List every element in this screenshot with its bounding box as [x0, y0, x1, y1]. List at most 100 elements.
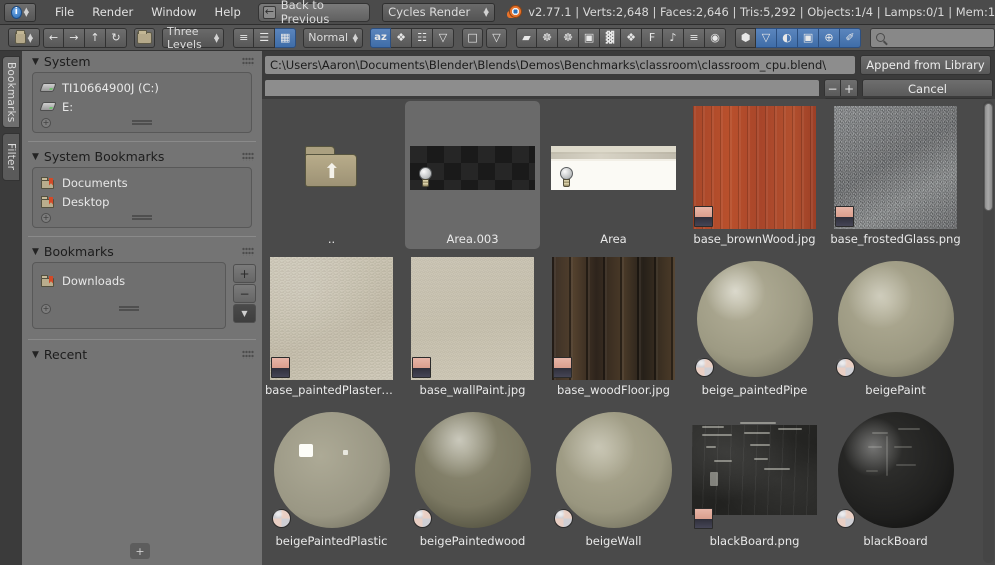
file-item-beigepaint[interactable]: beigePaint	[828, 252, 963, 400]
file-item-beigepaintedwood[interactable]: beigePaintedwood	[405, 403, 540, 551]
system-panel-header[interactable]: ▼ System	[22, 51, 262, 72]
filter-world-datablock-icon[interactable]: ⊕	[819, 27, 841, 48]
list-item[interactable]: E:	[33, 97, 251, 116]
list-item[interactable]: TI10664900J (C:)	[33, 78, 251, 97]
file-item-base-frostedglass[interactable]: base_frostedGlass.png	[828, 101, 963, 249]
file-item-base-woodfloor[interactable]: base_woodFloor.jpg	[546, 252, 681, 400]
resize-grip-icon[interactable]	[132, 215, 152, 220]
filter-mesh-datablock-icon[interactable]: ▽	[756, 27, 778, 48]
sort-alphabetical-button[interactable]: az	[370, 27, 392, 48]
file-item-blackboard-material[interactable]: blackBoard	[828, 403, 963, 551]
image-file-badge-icon	[271, 357, 290, 378]
display-short-list-button[interactable]: ≡	[233, 27, 255, 48]
filter-script-files-icon[interactable]: ❖	[621, 27, 643, 48]
menu-render[interactable]: Render	[83, 3, 142, 21]
file-item-beigepaintedplastic[interactable]: beigePaintedPlastic	[264, 403, 399, 551]
bookmarks-list: Downloads +	[32, 262, 226, 329]
filter-material-datablock-icon[interactable]: ◐	[777, 27, 799, 48]
add-bookmark-button[interactable]: +	[233, 264, 256, 283]
filter-files-toggle[interactable]: ▽	[486, 27, 508, 48]
recent-panel-title: Recent	[43, 347, 88, 362]
file-list-scrollbar[interactable]	[983, 101, 994, 563]
filter-movie-files-icon[interactable]: ▓	[600, 27, 622, 48]
disk-drive-icon	[39, 83, 57, 92]
filter-greasepencil-datablock-icon[interactable]: ✐	[840, 27, 862, 48]
file-item-beigewall[interactable]: beigeWall	[546, 403, 681, 551]
sort-extension-button[interactable]: ❖	[391, 27, 413, 48]
editor-type-selector[interactable]: i ▲ ▼	[4, 2, 36, 22]
display-long-list-button[interactable]: ☰	[254, 27, 276, 48]
file-item-area[interactable]: Area	[546, 101, 681, 249]
tab-filter[interactable]: Filter	[2, 133, 20, 181]
filter-image-datablock-icon[interactable]: ▣	[798, 27, 820, 48]
list-item[interactable]: Downloads	[33, 271, 225, 290]
back-arrow-icon	[262, 5, 276, 19]
file-item-label: Area	[600, 232, 627, 246]
nav-parent-button[interactable]: ↑	[85, 27, 106, 48]
filter-sound-files-icon[interactable]: ♪	[663, 27, 685, 48]
bookmark-options-button[interactable]: ▼	[233, 304, 256, 323]
file-item-base-brownwood[interactable]: base_brownWood.jpg	[687, 101, 822, 249]
resize-grip-icon[interactable]	[132, 120, 152, 125]
thumbnail	[692, 106, 817, 229]
list-item[interactable]: Documents	[33, 173, 251, 192]
nav-refresh-button[interactable]: ↻	[106, 27, 127, 48]
execute-button[interactable]: Append from Library	[860, 54, 991, 75]
image-preview	[552, 257, 675, 380]
filter-blender-ids-icon[interactable]: ◉	[705, 27, 727, 48]
tab-bookmarks[interactable]: Bookmarks	[2, 56, 20, 128]
expand-icon[interactable]: +	[41, 118, 51, 128]
file-type-filters: ▰ ☸ ☸ ▣ ▓ ❖ F ♪ ≡ ◉	[516, 27, 727, 48]
sort-mode-selector[interactable]: Normal ▲ ▼	[303, 27, 364, 48]
bookmarks-panel-header[interactable]: ▼ Bookmarks	[22, 241, 262, 262]
file-item-label: base_wallPaint.jpg	[419, 383, 526, 397]
file-item-blackboard-png[interactable]: blackBoard.png	[687, 403, 822, 551]
show-hidden-toggle[interactable]: □	[462, 27, 484, 48]
file-item-beige-paintedpipe[interactable]: beige_paintedPipe	[687, 252, 822, 400]
material-preview	[696, 260, 813, 377]
scrollbar-thumb[interactable]	[984, 103, 993, 211]
system-bookmarks-list: Documents Desktop +	[32, 167, 252, 228]
image-preview	[692, 422, 817, 529]
lamp-preview	[410, 145, 535, 190]
recursion-level-label: Three Levels	[167, 24, 202, 51]
filter-font-files-icon[interactable]: F	[642, 27, 664, 48]
create-directory-button[interactable]	[134, 27, 155, 48]
filter-folders-icon[interactable]: ▰	[516, 27, 538, 48]
filter-object-datablock-icon[interactable]: ⬢	[735, 27, 757, 48]
sort-size-button[interactable]: ▽	[433, 27, 455, 48]
info-editor-icon: i	[11, 5, 22, 19]
nav-forward-button[interactable]: →	[64, 27, 85, 48]
sort-time-button[interactable]: ☷	[412, 27, 434, 48]
file-item-base-wallpaint[interactable]: base_wallPaint.jpg	[405, 252, 540, 400]
nav-back-button[interactable]: ←	[43, 27, 64, 48]
expand-icon[interactable]: +	[41, 304, 51, 314]
sidebar-add-button[interactable]: +	[130, 543, 150, 559]
file-browser-editor-type-selector[interactable]: ▲ ▼	[8, 28, 40, 47]
system-list-footer: +	[33, 116, 251, 130]
list-item[interactable]: Desktop	[33, 192, 251, 211]
filter-blend-files-icon[interactable]: ☸	[537, 27, 559, 48]
file-item-parent-folder[interactable]: ⬆ ..	[264, 101, 399, 249]
render-engine-selector[interactable]: Cycles Render ▲ ▼	[382, 2, 495, 22]
system-bookmarks-panel-header[interactable]: ▼ System Bookmarks	[22, 146, 262, 167]
back-to-previous-button[interactable]: Back to Previous	[257, 0, 371, 26]
filter-blend-backup-icon[interactable]: ☸	[558, 27, 580, 48]
resize-grip-icon[interactable]	[119, 306, 139, 311]
expand-icon[interactable]: +	[41, 213, 51, 223]
display-thumbnails-button[interactable]: ▦	[275, 27, 297, 48]
directory-path-input[interactable]: C:\Users\Aaron\Documents\Blender\Blends\…	[264, 54, 856, 75]
menu-window[interactable]: Window	[142, 3, 205, 21]
menu-file[interactable]: File	[46, 3, 83, 21]
recursion-level-selector[interactable]: Three Levels ▲ ▼	[162, 24, 225, 51]
filter-text-files-icon[interactable]: ≡	[684, 27, 706, 48]
remove-bookmark-button[interactable]: −	[233, 284, 256, 303]
recent-panel-header[interactable]: ▼ Recent	[22, 344, 262, 365]
thumbnail	[833, 408, 958, 531]
filter-image-files-icon[interactable]: ▣	[579, 27, 601, 48]
file-item-base-paintedplasterwall[interactable]: base_paintedPlasterWall...	[264, 252, 399, 400]
bookmark-folder-icon	[41, 195, 55, 208]
search-input[interactable]	[870, 27, 995, 48]
menu-help[interactable]: Help	[206, 3, 250, 21]
file-item-area-003[interactable]: Area.003	[405, 101, 540, 249]
